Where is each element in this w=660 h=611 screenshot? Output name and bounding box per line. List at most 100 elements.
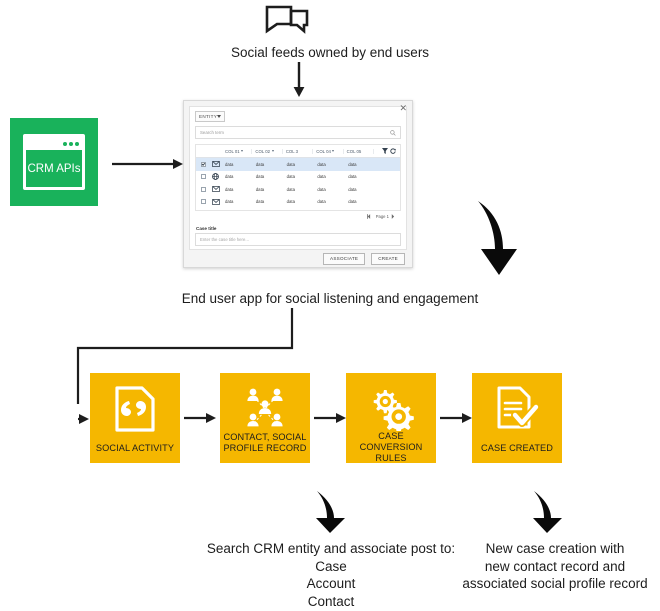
refresh-icon[interactable] — [390, 148, 396, 154]
entity-search-dialog: ✕ ENTITY Search term COL 01 COL 02 COL 3… — [183, 100, 413, 268]
right-bottom-caption: New case creation with new contact recor… — [455, 540, 655, 593]
process-step-label: CASE CONVERSION RULES — [359, 431, 423, 463]
cell: data — [348, 199, 357, 205]
cell: data — [225, 186, 234, 192]
row-checkbox[interactable] — [201, 186, 206, 192]
search-placeholder: Search term — [200, 130, 224, 135]
chevron-down-icon — [217, 115, 222, 118]
process-step-social-activity[interactable]: SOCIAL ACTIVITY — [90, 373, 180, 463]
envelope-icon — [211, 161, 220, 168]
column-header-label: COL 02 — [255, 148, 271, 154]
column-header-label: COL 05 — [346, 148, 362, 154]
cell: data — [348, 174, 357, 180]
cell: data — [348, 186, 357, 192]
arrow-step3-to-step4 — [440, 411, 473, 425]
pager-label: Page 1 — [375, 214, 389, 219]
cell: data — [286, 199, 295, 205]
close-icon[interactable]: ✕ — [399, 104, 407, 113]
cell: data — [255, 186, 265, 192]
curved-arrow-to-left-caption — [310, 488, 356, 534]
arrow-top-to-dialog — [289, 62, 309, 98]
cell: data — [348, 161, 357, 167]
sort-caret-icon — [332, 150, 335, 152]
results-grid: COL 01 COL 02 COL 3 COL 04 COL 05 data d… — [195, 144, 401, 211]
cell: data — [225, 199, 234, 205]
column-header-col-01[interactable]: COL 01 — [222, 148, 253, 154]
associate-button[interactable]: ASSOCIATE — [323, 252, 366, 265]
arrow-crm-to-dialog — [112, 157, 184, 171]
chat-bubbles-icon — [265, 5, 309, 42]
envelope-icon — [211, 186, 220, 193]
cell: data — [255, 161, 265, 167]
caption-line: Contact — [307, 593, 355, 609]
window-dot — [75, 141, 79, 146]
gears-icon — [367, 387, 415, 431]
arrow-into-social-activity — [66, 412, 90, 426]
column-header-label: COL 01 — [225, 148, 240, 154]
page-next-icon[interactable] — [391, 214, 398, 219]
process-step-contact-social-profile-record[interactable]: CONTACT, SOCIAL PROFILE RECORD — [220, 373, 310, 463]
case-title-placeholder: Enter the case title here... — [200, 237, 249, 242]
envelope-icon — [211, 198, 220, 205]
cell: data — [317, 199, 326, 205]
table-row[interactable]: data data data data data — [196, 158, 400, 171]
process-step-label: SOCIAL ACTIVITY — [95, 443, 175, 453]
column-header-label: COL 3 — [285, 148, 299, 154]
cell: data — [255, 199, 265, 205]
curved-arrow-dialog-to-process — [472, 195, 528, 277]
browser-window-icon: CRM APIs — [23, 134, 85, 190]
column-header-col-3[interactable]: COL 3 — [283, 148, 314, 154]
browser-window-titlebar — [26, 137, 82, 150]
top-caption: Social feeds owned by end users — [230, 45, 430, 60]
case-title-label: Case title — [196, 226, 217, 231]
cell: data — [286, 174, 295, 180]
process-step-case-created[interactable]: CASE CREATED — [472, 373, 562, 463]
arrow-step1-to-step2 — [184, 411, 217, 425]
row-checkbox[interactable] — [201, 161, 206, 167]
caption-line: associated social profile record — [462, 576, 648, 591]
search-icon — [390, 129, 396, 136]
cell: data — [317, 161, 326, 167]
crm-apis-box: CRM APIs — [10, 118, 98, 206]
caption-line: Account — [306, 576, 356, 591]
process-step-label: CONTACT, SOCIAL PROFILE RECORD — [223, 432, 307, 453]
process-step-case-conversion-rules[interactable]: CASE CONVERSION RULES — [346, 373, 436, 463]
page-prev-icon[interactable] — [366, 214, 374, 219]
column-header-col-02[interactable]: COL 02 — [252, 148, 283, 154]
table-row[interactable]: data data data data data — [196, 171, 400, 184]
crm-apis-label: CRM APIs — [27, 162, 81, 175]
row-checkbox[interactable] — [201, 199, 206, 205]
sort-caret-icon — [271, 150, 274, 152]
quote-document-icon — [114, 386, 156, 432]
middle-caption: End user app for social listening and en… — [181, 291, 479, 306]
table-row[interactable]: data data data data data — [196, 196, 400, 209]
create-button[interactable]: CREATE — [371, 252, 405, 265]
left-bottom-caption: Search CRM entity and associate post to:… — [196, 540, 466, 610]
window-dot — [69, 141, 73, 146]
grid-pager: Page 1 — [195, 211, 401, 222]
column-header-label: COL 04 — [316, 148, 331, 154]
arrow-step2-to-step3 — [314, 411, 347, 425]
document-check-icon — [493, 386, 541, 431]
caption-line: new contact record and — [484, 558, 626, 574]
cell: data — [286, 186, 295, 192]
caption-line: Case — [315, 558, 347, 574]
entity-dropdown[interactable]: ENTITY — [195, 111, 225, 122]
cell: data — [255, 174, 265, 180]
column-header-col-04[interactable]: COL 04 — [313, 148, 344, 154]
caption-line: New case creation with — [485, 541, 625, 556]
row-checkbox[interactable] — [201, 174, 206, 180]
cell: data — [317, 186, 326, 192]
caption-line: Search CRM entity and associate post to: — [206, 541, 456, 556]
table-row[interactable]: data data data data data — [196, 183, 400, 196]
sort-caret-icon — [241, 150, 244, 152]
curved-arrow-to-right-caption — [527, 488, 573, 534]
filter-icon[interactable] — [382, 148, 389, 154]
search-input[interactable]: Search term — [195, 126, 401, 139]
process-step-label: CASE CREATED — [481, 443, 553, 453]
cell: data — [225, 161, 234, 167]
case-title-input[interactable]: Enter the case title here... — [195, 233, 401, 246]
cell: data — [225, 174, 234, 180]
column-header-col-05[interactable]: COL 05 — [344, 148, 375, 154]
globe-icon — [212, 173, 219, 181]
